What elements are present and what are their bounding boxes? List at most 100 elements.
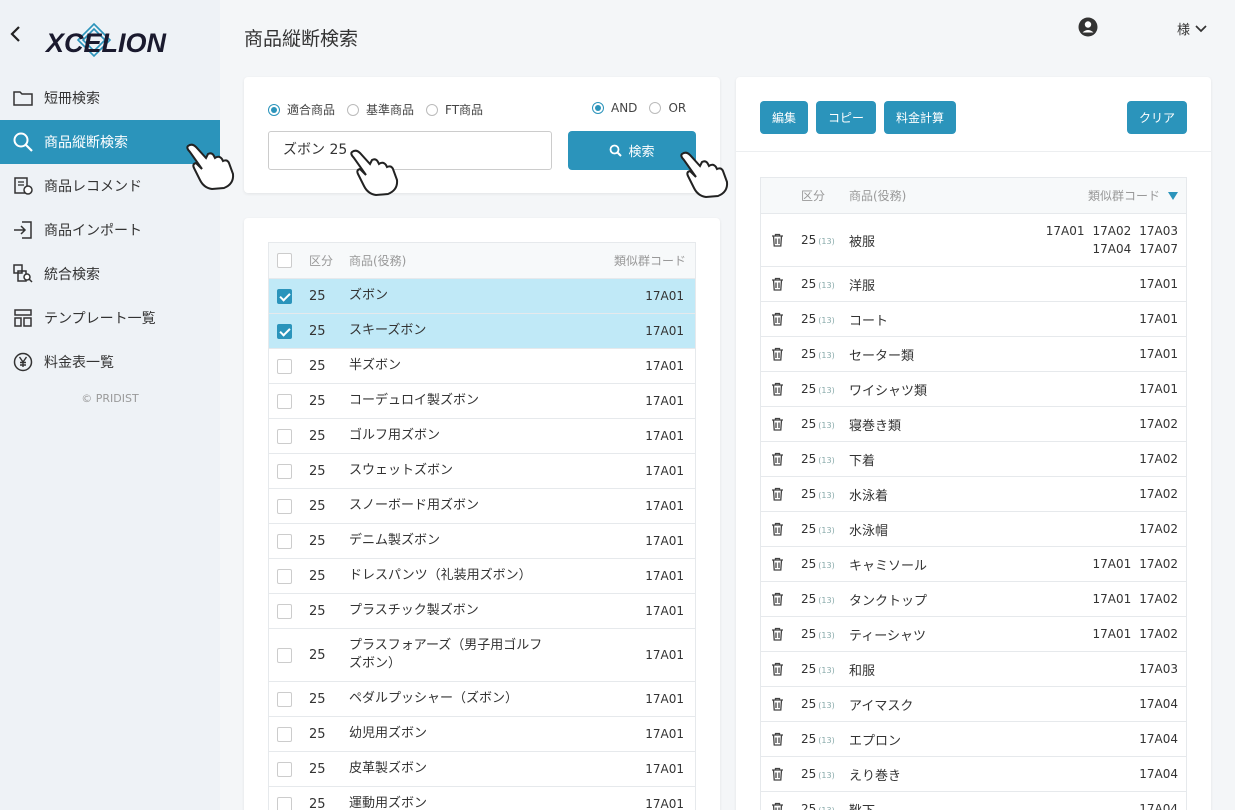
row-product-name: ワイシャツ類 xyxy=(849,383,928,399)
row-product-name: ゴルフ用ズボン xyxy=(349,428,441,443)
row-code: 17A01 xyxy=(645,534,684,548)
table-row[interactable]: 25 運動用ズボン 17A01 xyxy=(269,787,695,810)
table-row[interactable]: 25 ドレスパンツ（礼装用ズボン） 17A01 xyxy=(269,559,695,594)
sidebar-item-template-list[interactable]: テンプレート一覧 xyxy=(0,296,220,340)
trash-icon[interactable] xyxy=(771,767,784,781)
copy-button[interactable]: コピー xyxy=(816,101,876,134)
trash-icon[interactable] xyxy=(771,662,784,676)
row-code: 17A01 xyxy=(1139,382,1178,396)
trash-icon[interactable] xyxy=(771,557,784,571)
trash-icon[interactable] xyxy=(771,312,784,326)
table-row[interactable]: 25 スウェットズボン 17A01 xyxy=(269,454,695,489)
sort-desc-icon xyxy=(1168,192,1178,200)
row-codes: 17A01 xyxy=(1036,380,1186,398)
fee-calc-button[interactable]: 料金計算 xyxy=(884,101,956,134)
search-icon xyxy=(610,144,623,157)
logo-text: XCELION xyxy=(44,28,167,58)
header-code: 類似群コード xyxy=(613,254,686,268)
row-checkbox[interactable] xyxy=(277,761,292,777)
user-menu[interactable]: 様 xyxy=(1177,19,1207,38)
table-row[interactable]: 25 スノーボード用ズボン 17A01 xyxy=(269,489,695,524)
trash-icon[interactable] xyxy=(771,233,784,247)
search-input[interactable]: ズボン 25 xyxy=(268,131,552,170)
radio-ft-product[interactable]: FT商品 xyxy=(426,101,483,118)
trash-icon[interactable] xyxy=(771,452,784,466)
table-row[interactable]: 25 皮革製ズボン 17A01 xyxy=(269,752,695,787)
row-code: 17A01 xyxy=(645,499,684,513)
table-row[interactable]: 25 ズボン 17A01 xyxy=(269,279,695,314)
table-row[interactable]: 25 ゴルフ用ズボン 17A01 xyxy=(269,419,695,454)
sidebar-item-product-import[interactable]: 商品インポート xyxy=(0,208,220,252)
row-codes: 17A02 xyxy=(1036,415,1186,433)
clear-button[interactable]: クリア xyxy=(1127,101,1187,134)
row-checkbox[interactable] xyxy=(277,647,292,663)
row-checkbox[interactable] xyxy=(277,533,292,549)
radio-base-product[interactable]: 基準商品 xyxy=(347,101,414,118)
trash-icon[interactable] xyxy=(771,417,784,431)
table-row[interactable]: 25 スキーズボン 17A01 xyxy=(269,314,695,349)
sidebar-item-fee-list[interactable]: 料金表一覧 xyxy=(0,340,220,384)
table-row[interactable]: 25 半ズボン 17A01 xyxy=(269,349,695,384)
row-checkbox[interactable] xyxy=(277,568,292,584)
sidebar-item-integrated-search[interactable]: 統合検索 xyxy=(0,252,220,296)
row-kubun: 25 xyxy=(309,726,326,742)
row-product-name: セーター類 xyxy=(849,348,915,364)
trash-icon[interactable] xyxy=(771,627,784,641)
row-product-name: デニム製ズボン xyxy=(349,533,441,548)
table-row: 25(13) 靴下 17A04 xyxy=(761,792,1186,810)
search-button[interactable]: 検索 xyxy=(568,131,696,170)
row-checkbox[interactable] xyxy=(277,393,292,409)
table-row[interactable]: 25 プラスフォアーズ（男子用ゴルフズボン） 17A01 xyxy=(269,629,695,682)
select-all-checkbox[interactable] xyxy=(277,253,292,268)
trash-icon[interactable] xyxy=(771,592,784,606)
table-row[interactable]: 25 ペダルプッシャー（ズボン） 17A01 xyxy=(269,682,695,717)
trash-icon[interactable] xyxy=(771,487,784,501)
row-kubun: 25(13) xyxy=(801,662,835,676)
table-row[interactable]: 25 プラスチック製ズボン 17A01 xyxy=(269,594,695,629)
recommend-icon xyxy=(12,175,34,197)
sidebar-item-tanzaku-search[interactable]: 短冊検索 xyxy=(0,76,220,120)
row-kubun: 25(13) xyxy=(801,557,835,571)
row-code: 17A02 xyxy=(1139,522,1178,536)
trash-icon[interactable] xyxy=(771,802,784,810)
row-checkbox[interactable] xyxy=(277,796,292,810)
edit-button[interactable]: 編集 xyxy=(760,101,808,134)
row-kubun: 25 xyxy=(309,796,326,810)
table-row[interactable]: 25 コーデュロイ製ズボン 17A01 xyxy=(269,384,695,419)
row-checkbox[interactable] xyxy=(277,603,292,619)
row-kubun: 25(13) xyxy=(801,452,835,466)
table-row[interactable]: 25 幼児用ズボン 17A01 xyxy=(269,717,695,752)
trash-icon[interactable] xyxy=(771,382,784,396)
header-code[interactable]: 類似群コード xyxy=(1036,187,1186,205)
row-checkbox[interactable] xyxy=(277,428,292,444)
user-account-icon[interactable] xyxy=(1078,17,1098,37)
trash-icon[interactable] xyxy=(771,347,784,361)
row-code: 17A01 xyxy=(645,569,684,583)
row-checkbox[interactable] xyxy=(277,358,292,374)
table-row[interactable]: 25 デニム製ズボン 17A01 xyxy=(269,524,695,559)
row-product-name: 洋服 xyxy=(849,278,876,294)
folder-icon xyxy=(12,87,34,109)
row-kubun: 25 xyxy=(309,428,326,444)
row-kubun: 25 xyxy=(309,323,326,339)
trash-icon[interactable] xyxy=(771,277,784,291)
trash-icon[interactable] xyxy=(771,697,784,711)
trash-icon[interactable] xyxy=(771,522,784,536)
row-checkbox[interactable] xyxy=(277,691,292,707)
row-checkbox[interactable] xyxy=(277,726,292,742)
radio-fit-product[interactable]: 適合商品 xyxy=(268,101,335,118)
row-checkbox[interactable] xyxy=(277,498,292,514)
trash-icon[interactable] xyxy=(771,732,784,746)
radio-and[interactable]: AND xyxy=(592,101,637,115)
row-codes: 17A01 xyxy=(1036,345,1186,363)
table-row: 25 (13) 水泳着 17A02 xyxy=(761,477,1186,512)
table-header: 区分 商品(役務) 類似群コード xyxy=(269,243,695,279)
row-checkbox[interactable] xyxy=(277,463,292,479)
table-row: 25 (13) 水泳帽 17A02 xyxy=(761,512,1186,547)
row-product-name: 靴下 xyxy=(849,800,1036,810)
radio-or[interactable]: OR xyxy=(649,101,686,115)
row-checkbox[interactable] xyxy=(277,288,292,304)
back-arrow-icon[interactable] xyxy=(8,24,28,46)
row-checkbox[interactable] xyxy=(277,323,292,339)
import-icon xyxy=(12,219,34,241)
